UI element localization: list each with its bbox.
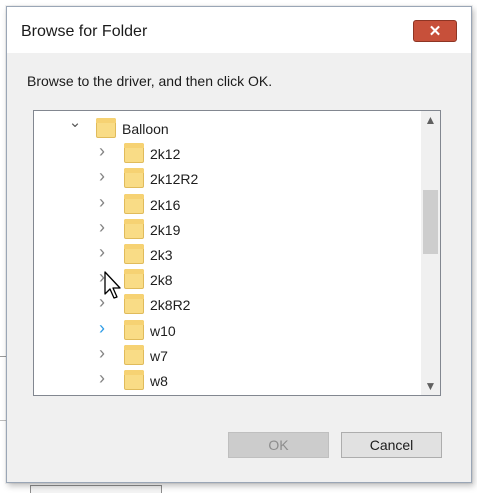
tree-item-root[interactable]: ⌄ Balloon [34,115,414,142]
scroll-up-icon[interactable]: ▲ [421,111,440,129]
folder-icon [124,244,144,264]
tree-item-label: 2k8R2 [150,297,191,314]
tree-item-label: 2k16 [150,196,181,213]
folder-icon [96,118,116,138]
folder-icon [124,143,144,164]
tree-item[interactable]: › 2k8 [34,268,414,293]
folder-icon [124,294,144,315]
chevron-right-icon[interactable]: › [96,167,108,185]
cancel-button[interactable]: Cancel [341,432,442,458]
folder-icon [124,168,144,189]
tree-item[interactable]: › 2k3 [34,243,414,268]
title-bar[interactable]: Browse for Folder ✕ [7,7,471,53]
tree-item[interactable]: › 2k8R2 [34,293,414,318]
folder-icon [124,344,144,365]
chevron-right-icon[interactable]: › [96,344,108,362]
folder-icon [124,370,144,390]
tree-item-label: w7 [150,347,168,364]
tree-item-label: 2k12 [150,146,181,163]
tree-item[interactable]: › 2k12R2 [34,167,414,192]
folder-icon [124,218,144,239]
tree-item[interactable]: › w10 [34,319,414,344]
window-title: Browse for Folder [21,23,148,40]
chevron-right-icon[interactable]: › [96,319,108,337]
ok-button[interactable]: OK [228,432,329,458]
scroll-down-icon[interactable]: ▼ [421,377,440,395]
scrollbar-thumb[interactable] [423,190,438,254]
chevron-right-icon[interactable]: › [96,369,108,387]
tree-item-label: 2k12R2 [150,171,199,188]
tree-item[interactable]: › w7 [34,344,414,369]
tree-item[interactable]: › w8 [34,369,414,394]
tree-item[interactable]: › 2k19 [34,218,414,243]
tree-item[interactable]: › 2k12 [34,142,414,167]
browse-for-folder-dialog: Browse for Folder ✕ Browse to the driver… [6,6,472,483]
chevron-right-icon[interactable]: › [96,243,108,261]
chevron-down-icon[interactable]: ⌄ [68,115,82,131]
tree-item[interactable]: › 2k16 [34,193,414,218]
mouse-pointer-icon [104,271,121,299]
tree-item-label: w8 [150,373,168,389]
tree-item-label: 2k8 [150,272,173,289]
tree-item-label: w10 [150,322,176,339]
chevron-right-icon[interactable]: › [96,142,108,160]
close-button[interactable]: ✕ [413,20,457,42]
close-icon: ✕ [428,23,442,40]
chevron-right-icon[interactable]: › [96,193,108,211]
folder-icon [124,319,144,340]
tree-item-label: 2k3 [150,247,173,263]
folder-tree[interactable]: ⌄ Balloon › 2k12 › 2k12R2 › 2k16 › 2k19 › 2k3 › 2k8 › 2… [33,110,441,396]
dialog-client-area: Browse to the driver, and then click OK.… [13,53,465,476]
vertical-scrollbar[interactable]: ▲ ▼ [421,111,440,395]
folder-icon [124,193,144,214]
tree-item-label: Balloon [122,121,169,137]
folder-icon [124,269,144,290]
tree-item-label: 2k19 [150,221,181,238]
chevron-right-icon[interactable]: › [96,218,108,236]
instruction-text: Browse to the driver, and then click OK. [27,73,273,89]
